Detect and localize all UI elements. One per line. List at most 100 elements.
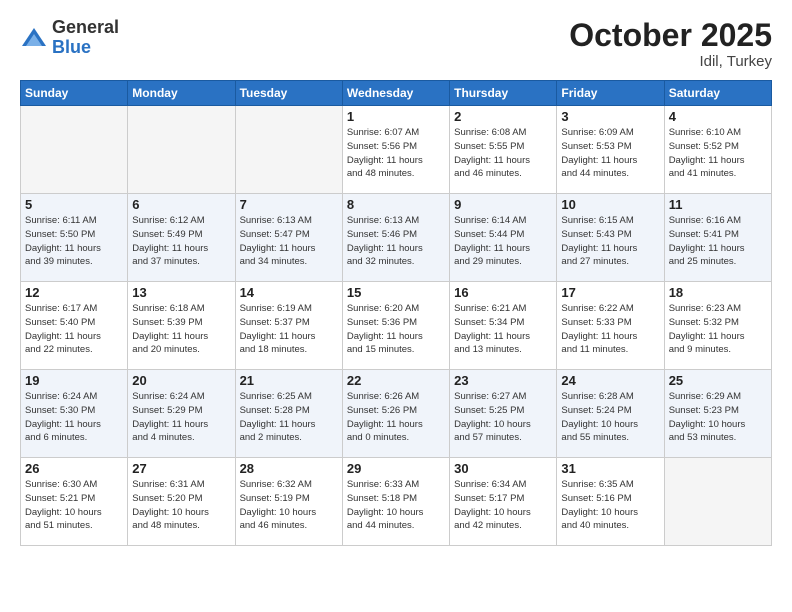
header-wednesday: Wednesday	[342, 81, 449, 106]
calendar-page: General Blue October 2025 Idil, Turkey S…	[0, 0, 792, 612]
day-detail: Sunrise: 6:19 AM Sunset: 5:37 PM Dayligh…	[240, 302, 338, 357]
day-number: 18	[669, 285, 767, 300]
calendar-table: Sunday Monday Tuesday Wednesday Thursday…	[20, 80, 772, 546]
day-number: 21	[240, 373, 338, 388]
table-row: 16 Sunrise: 6:21 AM Sunset: 5:34 PM Dayli…	[450, 282, 557, 370]
table-row: 11 Sunrise: 6:16 AM Sunset: 5:41 PM Dayli…	[664, 194, 771, 282]
header: General Blue October 2025 Idil, Turkey	[20, 18, 772, 70]
day-detail: Sunrise: 6:27 AM Sunset: 5:25 PM Dayligh…	[454, 390, 552, 445]
day-number: 3	[561, 109, 659, 124]
table-row: 13 Sunrise: 6:18 AM Sunset: 5:39 PM Dayli…	[128, 282, 235, 370]
day-detail: Sunrise: 6:14 AM Sunset: 5:44 PM Dayligh…	[454, 214, 552, 269]
day-detail: Sunrise: 6:17 AM Sunset: 5:40 PM Dayligh…	[25, 302, 123, 357]
table-row: 19Sunrise: 6:24 AM Sunset: 5:30 PM Dayli…	[21, 370, 128, 458]
table-row: 10Sunrise: 6:15 AM Sunset: 5:43 PM Dayli…	[557, 194, 664, 282]
header-monday: Monday	[128, 81, 235, 106]
table-row: 17Sunrise: 6:22 AM Sunset: 5:33 PM Dayli…	[557, 282, 664, 370]
calendar-week-row: 5 Sunrise: 6:11 AM Sunset: 5:50 PM Daylig…	[21, 194, 772, 282]
table-row: 7Sunrise: 6:13 AM Sunset: 5:47 PM Daylig…	[235, 194, 342, 282]
logo: General Blue	[20, 18, 119, 58]
day-detail: Sunrise: 6:12 AM Sunset: 5:49 PM Dayligh…	[132, 214, 230, 269]
calendar-week-row: 12 Sunrise: 6:17 AM Sunset: 5:40 PM Dayli…	[21, 282, 772, 370]
day-detail: Sunrise: 6:11 AM Sunset: 5:50 PM Dayligh…	[25, 214, 123, 269]
day-detail: Sunrise: 6:26 AM Sunset: 5:26 PM Dayligh…	[347, 390, 445, 445]
day-number: 4	[669, 109, 767, 124]
day-detail: Sunrise: 6:31 AM Sunset: 5:20 PM Dayligh…	[132, 478, 230, 533]
table-row: 23 Sunrise: 6:27 AM Sunset: 5:25 PM Dayli…	[450, 370, 557, 458]
day-number: 25	[669, 373, 767, 388]
day-number: 15	[347, 285, 445, 300]
day-number: 7	[240, 197, 338, 212]
table-row	[21, 106, 128, 194]
table-row: 29Sunrise: 6:33 AM Sunset: 5:18 PM Dayli…	[342, 458, 449, 546]
day-detail: Sunrise: 6:28 AM Sunset: 5:24 PM Dayligh…	[561, 390, 659, 445]
day-number: 6	[132, 197, 230, 212]
table-row: 22 Sunrise: 6:26 AM Sunset: 5:26 PM Dayli…	[342, 370, 449, 458]
logo-icon	[20, 24, 48, 52]
day-detail: Sunrise: 6:29 AM Sunset: 5:23 PM Dayligh…	[669, 390, 767, 445]
day-number: 28	[240, 461, 338, 476]
day-number: 27	[132, 461, 230, 476]
day-detail: Sunrise: 6:15 AM Sunset: 5:43 PM Dayligh…	[561, 214, 659, 269]
table-row: 12 Sunrise: 6:17 AM Sunset: 5:40 PM Dayli…	[21, 282, 128, 370]
table-row: 30 Sunrise: 6:34 AM Sunset: 5:17 PM Dayli…	[450, 458, 557, 546]
table-row: 8 Sunrise: 6:13 AM Sunset: 5:46 PM Daylig…	[342, 194, 449, 282]
day-number: 2	[454, 109, 552, 124]
table-row: 27 Sunrise: 6:31 AM Sunset: 5:20 PM Dayli…	[128, 458, 235, 546]
table-row: 4 Sunrise: 6:10 AM Sunset: 5:52 PM Daylig…	[664, 106, 771, 194]
day-detail: Sunrise: 6:21 AM Sunset: 5:34 PM Dayligh…	[454, 302, 552, 357]
title-block: October 2025 Idil, Turkey	[569, 18, 772, 70]
day-detail: Sunrise: 6:13 AM Sunset: 5:46 PM Dayligh…	[347, 214, 445, 269]
day-number: 13	[132, 285, 230, 300]
day-detail: Sunrise: 6:30 AM Sunset: 5:21 PM Dayligh…	[25, 478, 123, 533]
day-number: 22	[347, 373, 445, 388]
day-detail: Sunrise: 6:10 AM Sunset: 5:52 PM Dayligh…	[669, 126, 767, 181]
table-row	[235, 106, 342, 194]
day-detail: Sunrise: 6:08 AM Sunset: 5:55 PM Dayligh…	[454, 126, 552, 181]
table-row: 1 Sunrise: 6:07 AM Sunset: 5:56 PM Daylig…	[342, 106, 449, 194]
day-detail: Sunrise: 6:18 AM Sunset: 5:39 PM Dayligh…	[132, 302, 230, 357]
table-row: 15 Sunrise: 6:20 AM Sunset: 5:36 PM Dayli…	[342, 282, 449, 370]
table-row	[664, 458, 771, 546]
calendar-week-row: 1 Sunrise: 6:07 AM Sunset: 5:56 PM Daylig…	[21, 106, 772, 194]
day-detail: Sunrise: 6:07 AM Sunset: 5:56 PM Dayligh…	[347, 126, 445, 181]
day-number: 31	[561, 461, 659, 476]
day-number: 12	[25, 285, 123, 300]
table-row: 28 Sunrise: 6:32 AM Sunset: 5:19 PM Dayli…	[235, 458, 342, 546]
day-detail: Sunrise: 6:25 AM Sunset: 5:28 PM Dayligh…	[240, 390, 338, 445]
header-sunday: Sunday	[21, 81, 128, 106]
table-row: 24 Sunrise: 6:28 AM Sunset: 5:24 PM Dayli…	[557, 370, 664, 458]
table-row: 3 Sunrise: 6:09 AM Sunset: 5:53 PM Daylig…	[557, 106, 664, 194]
day-number: 1	[347, 109, 445, 124]
day-number: 24	[561, 373, 659, 388]
table-row	[128, 106, 235, 194]
day-number: 16	[454, 285, 552, 300]
day-detail: Sunrise: 6:35 AM Sunset: 5:16 PM Dayligh…	[561, 478, 659, 533]
day-detail: Sunrise: 6:23 AM Sunset: 5:32 PM Dayligh…	[669, 302, 767, 357]
day-detail: Sunrise: 6:16 AM Sunset: 5:41 PM Dayligh…	[669, 214, 767, 269]
weekday-header-row: Sunday Monday Tuesday Wednesday Thursday…	[21, 81, 772, 106]
day-detail: Sunrise: 6:32 AM Sunset: 5:19 PM Dayligh…	[240, 478, 338, 533]
day-number: 11	[669, 197, 767, 212]
header-friday: Friday	[557, 81, 664, 106]
day-number: 5	[25, 197, 123, 212]
table-row: 25 Sunrise: 6:29 AM Sunset: 5:23 PM Dayli…	[664, 370, 771, 458]
day-detail: Sunrise: 6:34 AM Sunset: 5:17 PM Dayligh…	[454, 478, 552, 533]
day-number: 8	[347, 197, 445, 212]
table-row: 18 Sunrise: 6:23 AM Sunset: 5:32 PM Dayli…	[664, 282, 771, 370]
table-row: 26Sunrise: 6:30 AM Sunset: 5:21 PM Dayli…	[21, 458, 128, 546]
day-number: 23	[454, 373, 552, 388]
day-number: 30	[454, 461, 552, 476]
logo-blue: Blue	[52, 37, 91, 57]
header-thursday: Thursday	[450, 81, 557, 106]
day-detail: Sunrise: 6:20 AM Sunset: 5:36 PM Dayligh…	[347, 302, 445, 357]
day-detail: Sunrise: 6:33 AM Sunset: 5:18 PM Dayligh…	[347, 478, 445, 533]
header-saturday: Saturday	[664, 81, 771, 106]
day-number: 14	[240, 285, 338, 300]
location: Idil, Turkey	[569, 53, 772, 70]
calendar-week-row: 19Sunrise: 6:24 AM Sunset: 5:30 PM Dayli…	[21, 370, 772, 458]
day-detail: Sunrise: 6:09 AM Sunset: 5:53 PM Dayligh…	[561, 126, 659, 181]
table-row: 20Sunrise: 6:24 AM Sunset: 5:29 PM Dayli…	[128, 370, 235, 458]
table-row: 5 Sunrise: 6:11 AM Sunset: 5:50 PM Daylig…	[21, 194, 128, 282]
day-detail: Sunrise: 6:22 AM Sunset: 5:33 PM Dayligh…	[561, 302, 659, 357]
